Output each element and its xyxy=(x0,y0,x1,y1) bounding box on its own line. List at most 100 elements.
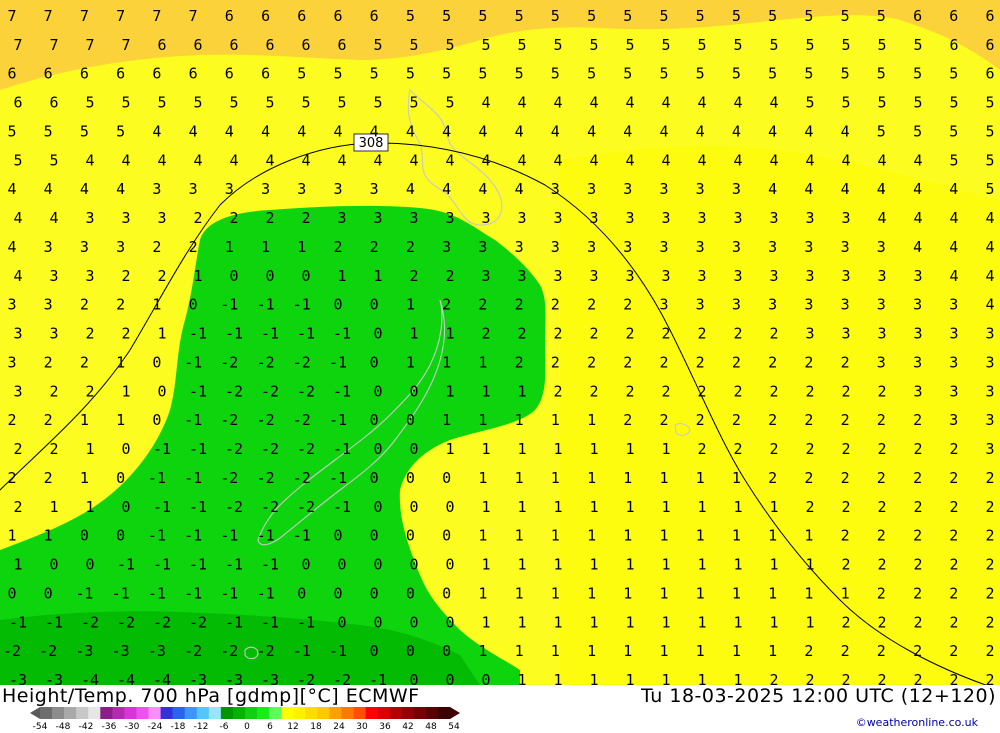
temperature-label: 3 xyxy=(769,267,778,285)
temperature-label: 1 xyxy=(587,584,596,602)
temperature-label: 5 xyxy=(913,65,922,83)
temperature-label: 2 xyxy=(877,440,886,458)
color-scale xyxy=(30,707,460,719)
temperature-label: 0 xyxy=(370,469,379,487)
temperature-label: 1 xyxy=(515,584,524,602)
temperature-label: -2 xyxy=(220,642,238,660)
temperature-label: 4 xyxy=(157,151,166,169)
temperature-label: 2 xyxy=(841,498,850,516)
temperature-label: 3 xyxy=(152,180,161,198)
temperature-label: 2 xyxy=(697,325,706,343)
temperature-label: -1 xyxy=(184,584,202,602)
color-scale-cell xyxy=(401,707,415,719)
temperature-label: 2 xyxy=(44,353,53,371)
temperature-label: 0 xyxy=(406,469,415,487)
temperature-label: 3 xyxy=(442,238,451,256)
temperature-label: -1 xyxy=(329,353,347,371)
temperature-label: 7 xyxy=(44,7,53,25)
temperature-label: 4 xyxy=(49,209,58,227)
temperature-label: 3 xyxy=(623,180,632,198)
temperature-label: 1 xyxy=(193,267,202,285)
temperature-label: -4 xyxy=(81,671,99,685)
temperature-label: 1 xyxy=(623,527,632,545)
temperature-label: 4 xyxy=(406,180,415,198)
temperature-label: 5 xyxy=(804,65,813,83)
temperature-label: 5 xyxy=(733,36,742,54)
temperature-label: -2 xyxy=(225,440,243,458)
temperature-label: 4 xyxy=(804,123,813,141)
temperature-label: 2 xyxy=(805,440,814,458)
temperature-label: 1 xyxy=(551,411,560,429)
temperature-label: 1 xyxy=(478,642,487,660)
temperature-label: 1 xyxy=(13,556,22,574)
temperature-label: 5 xyxy=(409,94,418,112)
temperature-label: 0 xyxy=(337,613,346,631)
temperature-label: 0 xyxy=(121,498,130,516)
temperature-label: 4 xyxy=(515,180,524,198)
temperature-label: -1 xyxy=(189,440,207,458)
temperature-label: 0 xyxy=(373,325,382,343)
temperature-label: -3 xyxy=(75,642,93,660)
temperature-label: 2 xyxy=(445,267,454,285)
temperature-label: 6 xyxy=(225,65,234,83)
temperature-label: 2 xyxy=(949,556,958,574)
temperature-label: 1 xyxy=(661,671,670,685)
temperature-label: 5 xyxy=(623,65,632,83)
temperature-label: 4 xyxy=(769,94,778,112)
temperature-label: 5 xyxy=(697,36,706,54)
temperature-label: 1 xyxy=(661,556,670,574)
temperature-label: 2 xyxy=(804,411,813,429)
color-scale-cell xyxy=(341,707,354,719)
color-scale-label: 6 xyxy=(267,722,273,732)
temperature-label: 3 xyxy=(733,209,742,227)
temperature-label: 0 xyxy=(157,382,166,400)
temperature-label: 2 xyxy=(442,296,451,314)
temperature-label: 4 xyxy=(301,151,310,169)
temperature-label: 2 xyxy=(769,382,778,400)
temperature-label: 0 xyxy=(297,584,306,602)
credit-link[interactable]: ©weatheronline.co.uk xyxy=(856,716,978,729)
temperature-label: 2 xyxy=(189,238,198,256)
temperature-label: 2 xyxy=(370,238,379,256)
temperature-label: 4 xyxy=(442,180,451,198)
temperature-label: 5 xyxy=(551,65,560,83)
temperature-label: 2 xyxy=(13,440,22,458)
temperature-label: 1 xyxy=(696,642,705,660)
temperature-label: 3 xyxy=(515,238,524,256)
temperature-label: 2 xyxy=(804,642,813,660)
color-scale-cell xyxy=(196,707,210,719)
temperature-label: 1 xyxy=(623,469,632,487)
temperature-label: 4 xyxy=(949,238,958,256)
temperature-label: 6 xyxy=(985,7,994,25)
temperature-label: -1 xyxy=(293,642,311,660)
temperature-label: -1 xyxy=(184,353,202,371)
temperature-label: 3 xyxy=(805,267,814,285)
temperature-label: -1 xyxy=(148,469,166,487)
temperature-label: 4 xyxy=(406,123,415,141)
temperature-label: 6 xyxy=(189,65,198,83)
temperature-label: 4 xyxy=(697,94,706,112)
weather-map: 308 777777666665555555555555566677776666… xyxy=(0,0,1000,685)
temperature-label: 1 xyxy=(768,584,777,602)
color-scale-label: -54 xyxy=(32,722,48,732)
color-scale-label: -48 xyxy=(55,722,71,732)
temperature-label: 0 xyxy=(373,556,382,574)
temperature-label: 5 xyxy=(949,151,958,169)
temperature-label: 3 xyxy=(985,382,994,400)
temperature-label: 4 xyxy=(841,151,850,169)
temperature-label: 3 xyxy=(121,209,130,227)
temperature-label: 1 xyxy=(769,498,778,516)
temperature-label: 5 xyxy=(841,94,850,112)
temperature-label: 1 xyxy=(623,584,632,602)
temperature-label: -2 xyxy=(297,382,315,400)
color-scale-cell xyxy=(136,707,149,719)
temperature-label: 1 xyxy=(589,556,598,574)
temperature-label: 7 xyxy=(189,7,198,25)
temperature-label: 6 xyxy=(913,7,922,25)
temperature-label: -1 xyxy=(117,556,135,574)
temperature-label: 3 xyxy=(7,296,16,314)
temperature-label: 0 xyxy=(301,267,310,285)
temperature-label: 2 xyxy=(769,440,778,458)
temperature-label: -1 xyxy=(293,296,311,314)
temperature-label: 6 xyxy=(297,7,306,25)
